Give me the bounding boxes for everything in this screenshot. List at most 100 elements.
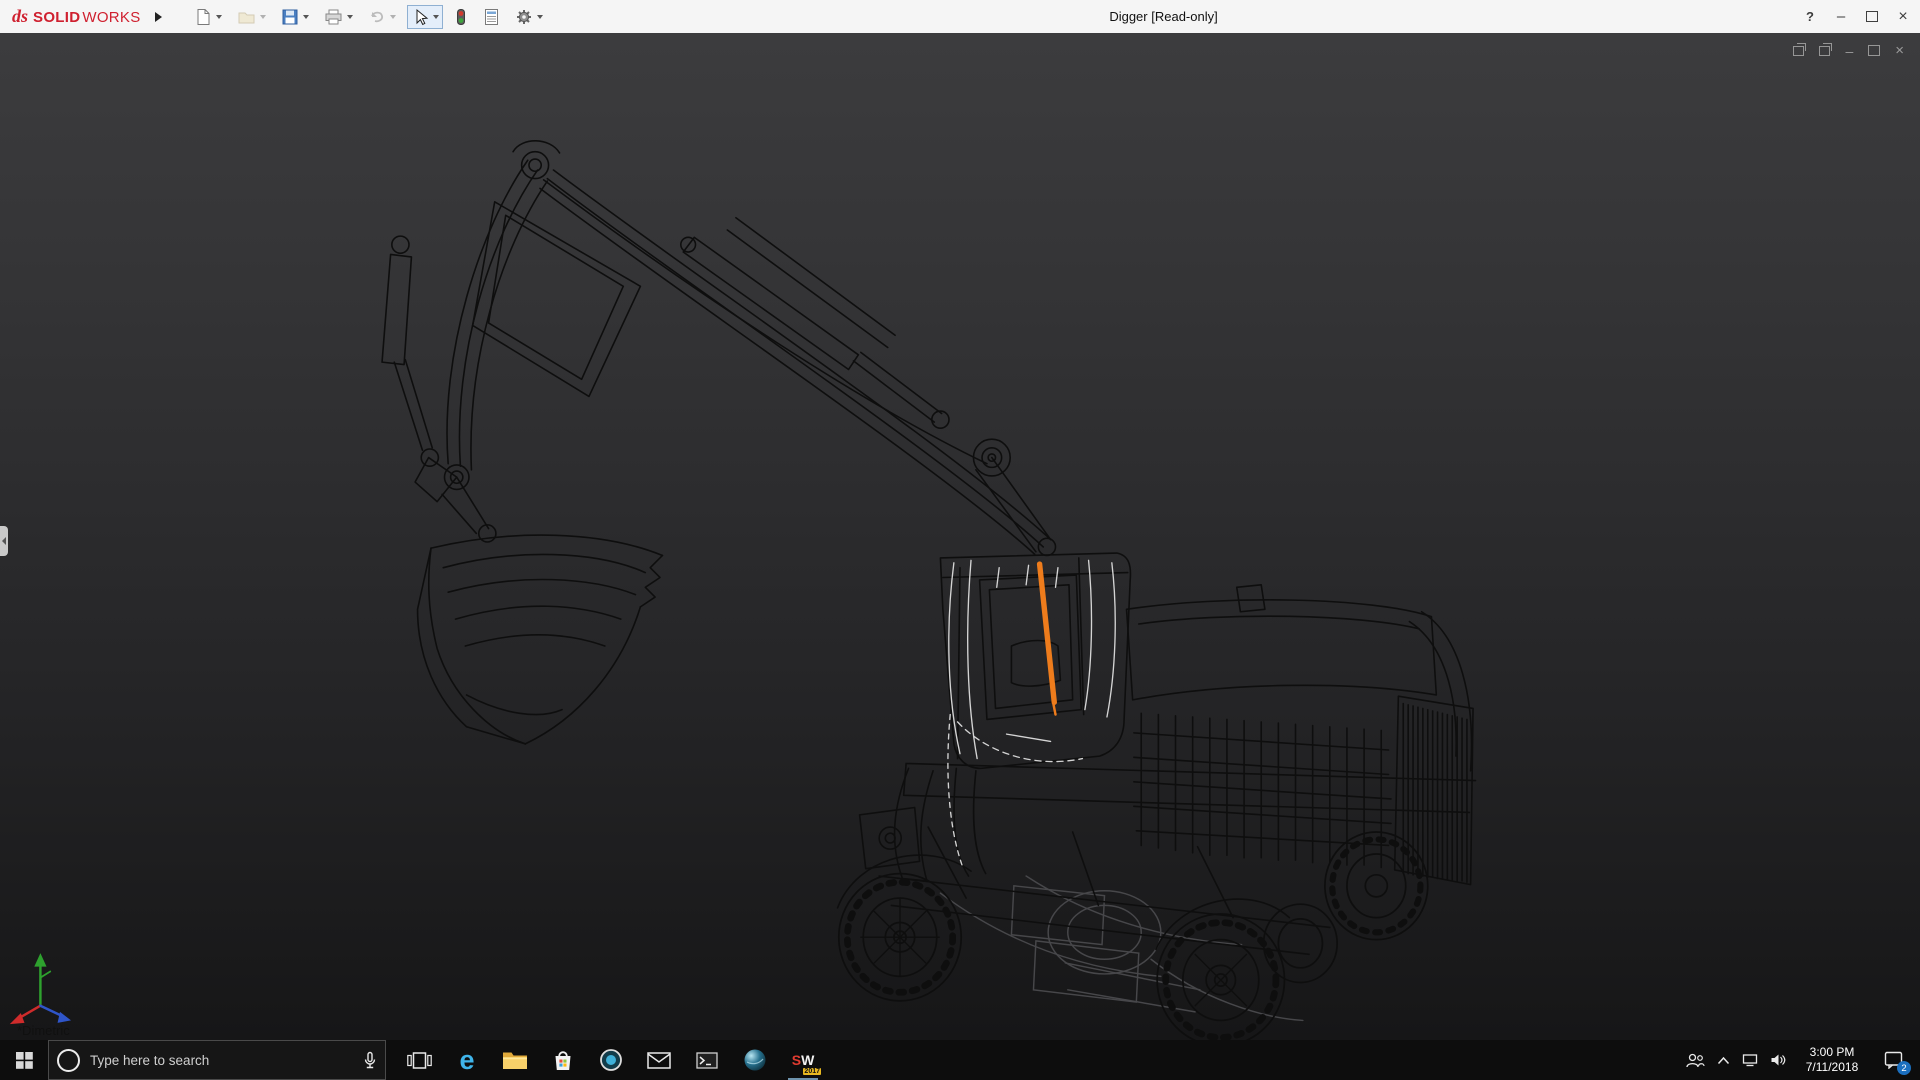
rebuild-traffic-light-icon bbox=[454, 8, 468, 26]
logo-solid-text: SOLID bbox=[33, 9, 80, 26]
sphere-app-icon bbox=[743, 1048, 767, 1072]
doc-minimize-button[interactable]: – bbox=[1845, 43, 1853, 59]
dropdown-arrow[interactable] bbox=[347, 15, 353, 19]
white-highlight-edges bbox=[948, 560, 1115, 866]
excavator-bucket bbox=[418, 535, 663, 744]
undo-button[interactable] bbox=[364, 5, 400, 29]
rebuild-button[interactable] bbox=[450, 5, 472, 29]
doc-close-button[interactable]: × bbox=[1895, 42, 1904, 59]
sw-s-letter: S bbox=[792, 1052, 801, 1068]
task-view-icon bbox=[407, 1051, 432, 1070]
clock-time: 3:00 PM bbox=[1792, 1045, 1872, 1060]
solidworks-app-button[interactable]: SW 2017 bbox=[780, 1040, 826, 1080]
mail-button[interactable] bbox=[636, 1040, 682, 1080]
dropdown-arrow[interactable] bbox=[433, 15, 439, 19]
volume-button[interactable] bbox=[1764, 1040, 1792, 1080]
store-icon bbox=[552, 1048, 574, 1072]
doc-new-window-button[interactable] bbox=[1819, 46, 1830, 56]
close-button[interactable]: × bbox=[1896, 8, 1910, 26]
action-center-button[interactable]: 2 bbox=[1872, 1040, 1914, 1080]
ghost-parts bbox=[940, 876, 1302, 1020]
file-properties-icon bbox=[483, 8, 500, 26]
windows-taskbar: e bbox=[0, 1040, 1920, 1080]
dropdown-arrow[interactable] bbox=[390, 15, 396, 19]
options-gear-icon bbox=[515, 8, 533, 26]
maximize-button[interactable] bbox=[1865, 11, 1879, 22]
solidworks-app-icon: SW 2017 bbox=[788, 1046, 818, 1074]
titlebar: ds SOLIDWORKS bbox=[0, 0, 1920, 33]
doc-float-button[interactable] bbox=[1793, 46, 1804, 56]
dropdown-arrow[interactable] bbox=[303, 15, 309, 19]
select-tool-button[interactable] bbox=[407, 5, 443, 29]
sphere-app-button[interactable] bbox=[732, 1040, 778, 1080]
cortana-app-icon bbox=[599, 1048, 623, 1072]
float-window-icon bbox=[1793, 46, 1804, 56]
print-icon bbox=[324, 8, 343, 26]
cortana-circle-icon[interactable] bbox=[57, 1049, 80, 1072]
clock-date: 7/11/2018 bbox=[1792, 1060, 1872, 1075]
doc-restore-button[interactable] bbox=[1868, 45, 1880, 56]
store-button[interactable] bbox=[540, 1040, 586, 1080]
select-cursor-icon bbox=[411, 8, 429, 26]
minimize-button[interactable]: – bbox=[1834, 8, 1848, 25]
open-button[interactable] bbox=[233, 5, 270, 29]
orientation-triad bbox=[10, 953, 71, 1024]
system-tray: 3:00 PM 7/11/2018 2 bbox=[1680, 1040, 1920, 1080]
restore-icon bbox=[1868, 45, 1880, 56]
excavator-body bbox=[838, 585, 1476, 955]
command-prompt-button[interactable] bbox=[684, 1040, 730, 1080]
cortana-app-button[interactable] bbox=[588, 1040, 634, 1080]
save-icon bbox=[281, 8, 299, 26]
task-view-button[interactable] bbox=[396, 1040, 442, 1080]
people-button[interactable] bbox=[1680, 1040, 1710, 1080]
new-document-icon bbox=[194, 8, 212, 26]
sw-w-letter: W bbox=[801, 1052, 814, 1068]
speaker-icon bbox=[1770, 1053, 1786, 1067]
window-controls: ? – × bbox=[1803, 0, 1910, 33]
dropdown-arrow[interactable] bbox=[260, 15, 266, 19]
undo-icon bbox=[368, 8, 386, 26]
file-properties-button[interactable] bbox=[479, 5, 504, 29]
sw-year-tag: 2017 bbox=[803, 1068, 821, 1075]
solidworks-logo: ds SOLIDWORKS bbox=[0, 6, 141, 27]
graphics-viewport[interactable]: – × bbox=[0, 33, 1920, 1040]
network-button[interactable] bbox=[1736, 1040, 1764, 1080]
microphone-icon[interactable] bbox=[363, 1051, 377, 1070]
taskbar-clock[interactable]: 3:00 PM 7/11/2018 bbox=[1792, 1045, 1872, 1075]
maximize-icon bbox=[1866, 11, 1878, 22]
search-input[interactable] bbox=[88, 1052, 355, 1069]
new-window-icon bbox=[1819, 46, 1830, 56]
window-title: Digger [Read-only] bbox=[1109, 9, 1217, 24]
digger-wireframe-canvas[interactable] bbox=[0, 33, 1920, 1040]
edge-button[interactable]: e bbox=[444, 1040, 490, 1080]
ds-logo-icon: ds bbox=[12, 6, 28, 27]
new-document-button[interactable] bbox=[190, 5, 226, 29]
file-explorer-icon bbox=[502, 1049, 528, 1071]
windows-logo-icon bbox=[16, 1052, 33, 1069]
network-icon bbox=[1742, 1053, 1758, 1067]
save-button[interactable] bbox=[277, 5, 313, 29]
print-button[interactable] bbox=[320, 5, 357, 29]
open-folder-icon bbox=[237, 8, 256, 26]
dropdown-arrow[interactable] bbox=[216, 15, 222, 19]
excavator-wheels bbox=[839, 832, 1428, 1040]
notification-badge: 2 bbox=[1897, 1061, 1911, 1075]
menu-flyout-arrow[interactable] bbox=[155, 12, 162, 22]
dropdown-arrow[interactable] bbox=[537, 15, 543, 19]
excavator-boom bbox=[382, 141, 1055, 556]
taskbar-search[interactable] bbox=[48, 1040, 386, 1080]
start-button[interactable] bbox=[0, 1040, 48, 1080]
file-explorer-button[interactable] bbox=[492, 1040, 538, 1080]
chevron-up-icon bbox=[1717, 1056, 1730, 1065]
quick-access-toolbar bbox=[190, 5, 547, 29]
edge-icon: e bbox=[459, 1047, 474, 1074]
people-icon bbox=[1686, 1053, 1705, 1068]
options-button[interactable] bbox=[511, 5, 547, 29]
mail-icon bbox=[647, 1052, 671, 1069]
logo-works-text: WORKS bbox=[82, 9, 140, 26]
tray-overflow-button[interactable] bbox=[1710, 1040, 1736, 1080]
help-button[interactable]: ? bbox=[1803, 9, 1817, 24]
command-prompt-icon bbox=[696, 1052, 718, 1069]
view-orientation-label: *Dimetric bbox=[17, 1023, 70, 1038]
taskbar-pinned-apps: e bbox=[396, 1040, 826, 1080]
